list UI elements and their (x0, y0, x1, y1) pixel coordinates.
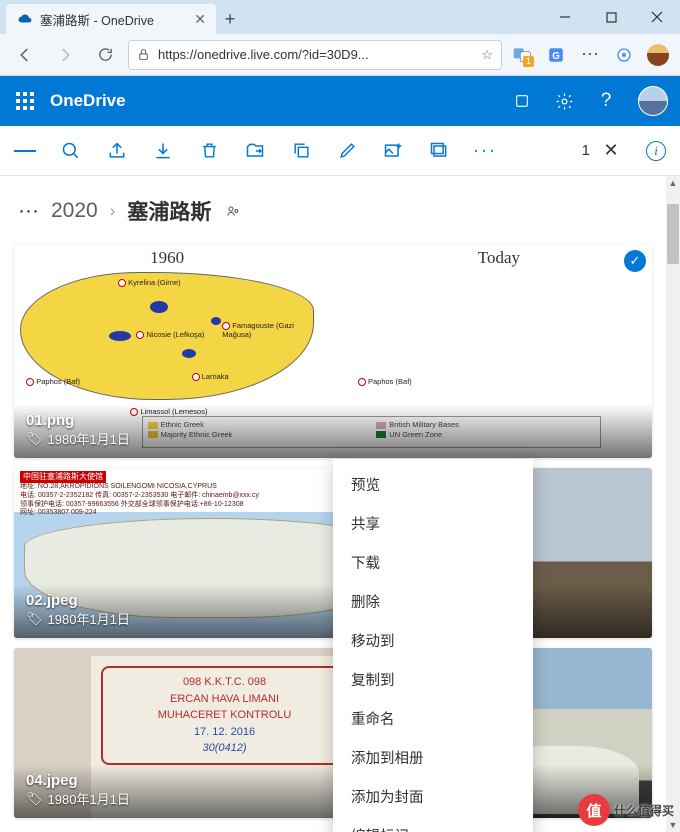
tag-icon: 🏷 (26, 791, 43, 807)
nav-refresh-button[interactable] (88, 40, 122, 70)
window-controls (542, 0, 680, 34)
new-tab-button[interactable]: + (216, 4, 244, 34)
context-menu-item[interactable]: 移动到 (333, 621, 533, 660)
nav-back-button[interactable] (8, 40, 42, 70)
clear-selection-icon[interactable]: ✕ (600, 140, 622, 162)
vertical-scrollbar[interactable]: ▲ ▼ (666, 176, 680, 832)
map-city-label: Paphos (Baf) (26, 377, 80, 386)
map-city-label: Nicosie (Lefkoşa) (136, 330, 204, 339)
titlebar: 塞浦路斯 - OneDrive ✕ + (0, 0, 680, 34)
scroll-up-icon[interactable]: ▲ (666, 176, 680, 190)
tab-close-icon[interactable]: ✕ (194, 11, 206, 28)
tag-icon: 🏷 (26, 431, 43, 447)
overflow-icon[interactable]: ··· (474, 140, 496, 162)
address-bar: https://onedrive.live.com/?id=30D9... ☆ … (0, 34, 680, 76)
details-pane-icon[interactable]: i (646, 141, 666, 161)
add-to-album-icon[interactable] (382, 140, 404, 162)
selection-count: 1 (582, 142, 590, 159)
scrollbar-thumb[interactable] (667, 204, 679, 264)
app-launcher-button[interactable] (0, 76, 50, 126)
context-menu-item[interactable]: 添加到相册 (333, 738, 533, 777)
breadcrumb: ··· 2020 › 塞浦路斯 (14, 180, 666, 244)
copy-icon[interactable] (290, 140, 312, 162)
onedrive-favicon-icon (18, 12, 32, 26)
context-menu-item[interactable]: 复制到 (333, 660, 533, 699)
map-year-left: 1960 (150, 248, 184, 268)
folder-shared-icon[interactable] (225, 203, 241, 219)
map-city-label: Paphos (Baf) (358, 377, 412, 386)
watermark: 值 什么值得买 (578, 794, 674, 826)
waffle-icon (16, 92, 34, 110)
app-title[interactable]: OneDrive (50, 91, 126, 111)
context-menu-item[interactable]: 共享 (333, 504, 533, 543)
map-city-label: Larnaka (192, 372, 229, 381)
context-menu-item[interactable]: 删除 (333, 582, 533, 621)
file-name: 01.png (26, 412, 640, 429)
chevron-right-icon: › (110, 201, 116, 221)
lock-icon (137, 48, 150, 61)
move-icon[interactable] (244, 140, 266, 162)
command-bar: ··· 1 ✕ i (0, 126, 680, 176)
url-text: https://onedrive.live.com/?id=30D9... (158, 47, 473, 62)
breadcrumb-parent[interactable]: 2020 (51, 199, 98, 223)
window-close-button[interactable] (634, 0, 680, 34)
nav-forward-button[interactable] (48, 40, 82, 70)
translate-extension-icon[interactable]: 1 (508, 41, 536, 69)
selected-checkmark-icon[interactable]: ✓ (624, 250, 646, 272)
profile-avatar[interactable] (644, 41, 672, 69)
help-icon[interactable]: ? (596, 91, 616, 111)
context-menu-item[interactable]: 下载 (333, 543, 533, 582)
context-menu-item[interactable]: 重命名 (333, 699, 533, 738)
rename-icon[interactable] (336, 140, 358, 162)
url-input[interactable]: https://onedrive.live.com/?id=30D9... ☆ (128, 40, 502, 70)
map-city-label: Famagouste (Gazi Mağusa) (222, 321, 320, 339)
context-menu-item[interactable]: 添加为封面 (333, 777, 533, 816)
download-icon[interactable] (152, 140, 174, 162)
favorite-icon[interactable]: ☆ (481, 47, 493, 63)
context-menu-item[interactable]: 预览 (333, 465, 533, 504)
extension-badge: 1 (523, 56, 534, 67)
file-date: 🏷1980年1月1日 (26, 429, 640, 448)
browser-chrome: 塞浦路斯 - OneDrive ✕ + https://onedrive.liv… (0, 0, 680, 76)
menu-toggle-button[interactable] (14, 140, 36, 162)
extension-icon-3[interactable] (610, 41, 638, 69)
user-avatar[interactable] (638, 86, 668, 116)
file-tile[interactable]: 1960 Kyrelina (Girne) Nicosie (Lefkoşa) Fa… (14, 244, 652, 458)
premium-icon[interactable] (512, 91, 532, 111)
breadcrumb-overflow[interactable]: ··· (18, 199, 39, 223)
delete-icon[interactable] (198, 140, 220, 162)
map-city-label: Kyrelina (Girne) (118, 278, 181, 287)
svg-text:G: G (552, 50, 560, 61)
window-minimize-button[interactable] (542, 0, 588, 34)
content-area: ··· 2020 › 塞浦路斯 1960 Kyrelina (Girne) Nic… (0, 176, 680, 832)
set-cover-icon[interactable] (428, 140, 450, 162)
tab-title: 塞浦路斯 - OneDrive (40, 10, 154, 29)
browser-tab[interactable]: 塞浦路斯 - OneDrive ✕ (6, 4, 216, 34)
share-icon[interactable] (106, 140, 128, 162)
window-maximize-button[interactable] (588, 0, 634, 34)
settings-gear-icon[interactable] (554, 91, 574, 111)
breadcrumb-current: 塞浦路斯 (127, 196, 211, 226)
browser-menu-icon[interactable]: ⋯ (576, 41, 604, 69)
search-icon[interactable] (60, 140, 82, 162)
context-menu: 预览共享下载删除移动到复制到重命名添加到相册添加为封面编辑标记嵌入版本历史记录详… (333, 459, 533, 832)
app-header: OneDrive ? (0, 76, 680, 126)
watermark-logo: 值 (578, 794, 610, 826)
map-year-right: Today (478, 248, 520, 268)
watermark-text: 什么值得买 (614, 802, 674, 819)
tag-icon: 🏷 (26, 611, 43, 627)
extension-icon-2[interactable]: G (542, 41, 570, 69)
context-menu-item[interactable]: 编辑标记 (333, 816, 533, 832)
